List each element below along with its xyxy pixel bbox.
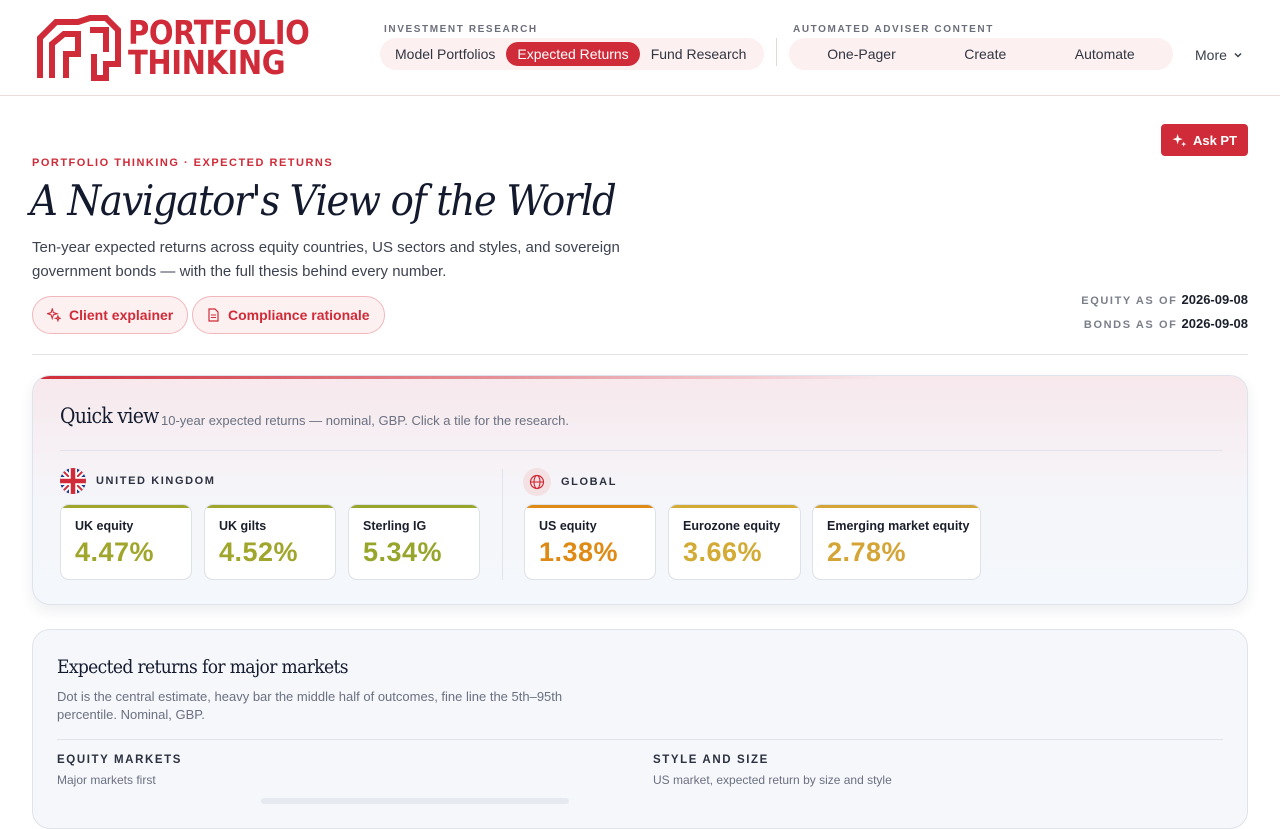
region-united-kingdom: UNITED KINGDOM (60, 468, 216, 494)
ask-pt-button[interactable]: Ask PT (1161, 124, 1248, 156)
nav-create[interactable]: Create (953, 42, 1017, 66)
top-header: PORTFOLIO THINKING INVESTMENT RESEARCH M… (0, 0, 1280, 96)
tile-accent (669, 505, 800, 508)
style-size-subheading: US market, expected return by size and s… (653, 773, 892, 787)
page-eyebrow: PORTFOLIO THINKING · EXPECTED RETURNS (32, 157, 334, 169)
expected-returns-title: Expected returns for major markets (57, 656, 348, 678)
region-divider (502, 469, 503, 580)
tile-value: 1.38% (539, 537, 619, 567)
nav-investment-research: INVESTMENT RESEARCH Model Portfolios Exp… (380, 22, 764, 70)
document-icon (208, 308, 219, 322)
compliance-rationale-label: Compliance rationale (228, 307, 370, 323)
tile-value: 4.47% (75, 537, 155, 567)
equity-as-of: EQUITY AS OF 2026-09-08 (1081, 292, 1248, 307)
tile-eurozone-equity[interactable]: Eurozone equity 3.66% (668, 504, 801, 580)
chart-track-peek (261, 798, 569, 804)
page-subtitle: Ten-year expected returns across equity … (32, 239, 620, 280)
region-label: GLOBAL (561, 476, 618, 488)
tile-name: Emerging market equity (827, 519, 970, 533)
tile-emerging-market-equity[interactable]: Emerging market equity 2.78% (812, 504, 981, 580)
nav-pill: Model Portfolios Expected Returns Fund R… (380, 38, 764, 70)
section-divider (32, 354, 1248, 355)
equity-markets-heading: EQUITY MARKETS (57, 754, 183, 766)
nav-more-menu[interactable]: More (1195, 47, 1243, 63)
tile-name: UK gilts (219, 519, 267, 533)
expected-returns-divider (57, 739, 1223, 740)
region-label: UNITED KINGDOM (96, 475, 216, 487)
tile-accent (205, 505, 335, 508)
expected-returns-card: Expected returns for major markets Dot i… (32, 629, 1248, 829)
tile-name: UK equity (75, 519, 134, 533)
nav-divider (776, 38, 777, 66)
tile-name: US equity (539, 519, 597, 533)
nav-group-label: AUTOMATED ADVISER CONTENT (793, 24, 994, 35)
brand-logo[interactable]: PORTFOLIO THINKING (34, 14, 334, 82)
ask-pt-label: Ask PT (1192, 132, 1238, 148)
bonds-as-of-date: 2026-09-08 (1181, 316, 1249, 331)
tile-value: 5.34% (363, 537, 443, 567)
tile-uk-equity[interactable]: UK equity 4.47% (60, 504, 192, 580)
tile-value: 2.78% (827, 537, 907, 567)
nav-automate[interactable]: Automate (1064, 42, 1146, 66)
tile-accent (525, 505, 655, 508)
equity-as-of-date: 2026-09-08 (1181, 292, 1249, 307)
chevron-down-icon (1234, 52, 1242, 58)
client-explainer-label: Client explainer (69, 307, 174, 323)
more-label: More (1195, 47, 1227, 63)
elephant-logo-icon (37, 15, 121, 81)
style-size-heading: STYLE AND SIZE (653, 754, 769, 766)
compliance-rationale-button[interactable]: Compliance rationale (192, 296, 385, 334)
tile-accent (61, 505, 191, 508)
card-accent-bar (33, 376, 1247, 379)
nav-group-label: INVESTMENT RESEARCH (384, 24, 538, 35)
client-explainer-button[interactable]: Client explainer (32, 296, 189, 334)
equity-as-of-label: EQUITY AS OF (1081, 295, 1178, 307)
tile-us-equity[interactable]: US equity 1.38% (524, 504, 656, 580)
sparkle-icon (47, 308, 61, 322)
equity-markets-subheading: Major markets first (57, 773, 156, 787)
nav-expected-returns[interactable]: Expected Returns (506, 42, 640, 66)
bonds-as-of-label: BONDS AS OF (1083, 319, 1178, 331)
page-title: A Navigator's View of the World (30, 176, 617, 225)
tile-name: Eurozone equity (683, 519, 781, 533)
nav-pill: One-Pager Create Automate (789, 38, 1173, 70)
quick-view-divider (60, 450, 1222, 451)
brand-wordmark: PORTFOLIO THINKING (128, 16, 334, 82)
quick-view-card: Quick view 10-year expected returns — no… (32, 375, 1248, 605)
tile-value: 4.52% (219, 537, 299, 567)
quick-view-subtitle: 10-year expected returns — nominal, GBP.… (161, 413, 570, 428)
nav-model-portfolios[interactable]: Model Portfolios (384, 42, 506, 66)
sparkle-icon (1172, 133, 1187, 147)
nav-one-pager[interactable]: One-Pager (816, 42, 906, 66)
region-global: GLOBAL (523, 468, 617, 496)
tile-name: Sterling IG (363, 519, 427, 533)
tile-accent (813, 505, 980, 508)
tile-sterling-ig[interactable]: Sterling IG 5.34% (348, 504, 480, 580)
brand-line-2: THINKING (128, 43, 286, 82)
quick-view-title: Quick view (60, 404, 159, 428)
nav-fund-research[interactable]: Fund Research (640, 42, 758, 66)
tile-accent (349, 505, 479, 508)
bonds-as-of: BONDS AS OF 2026-09-08 (1084, 316, 1248, 331)
tile-value: 3.66% (683, 537, 763, 567)
expected-returns-description: Dot is the central estimate, heavy bar t… (57, 689, 563, 722)
nav-adviser-content: AUTOMATED ADVISER CONTENT One-Pager Crea… (789, 22, 1173, 70)
uk-flag-icon (60, 468, 86, 494)
tile-uk-gilts[interactable]: UK gilts 4.52% (204, 504, 336, 580)
globe-icon (523, 468, 551, 496)
